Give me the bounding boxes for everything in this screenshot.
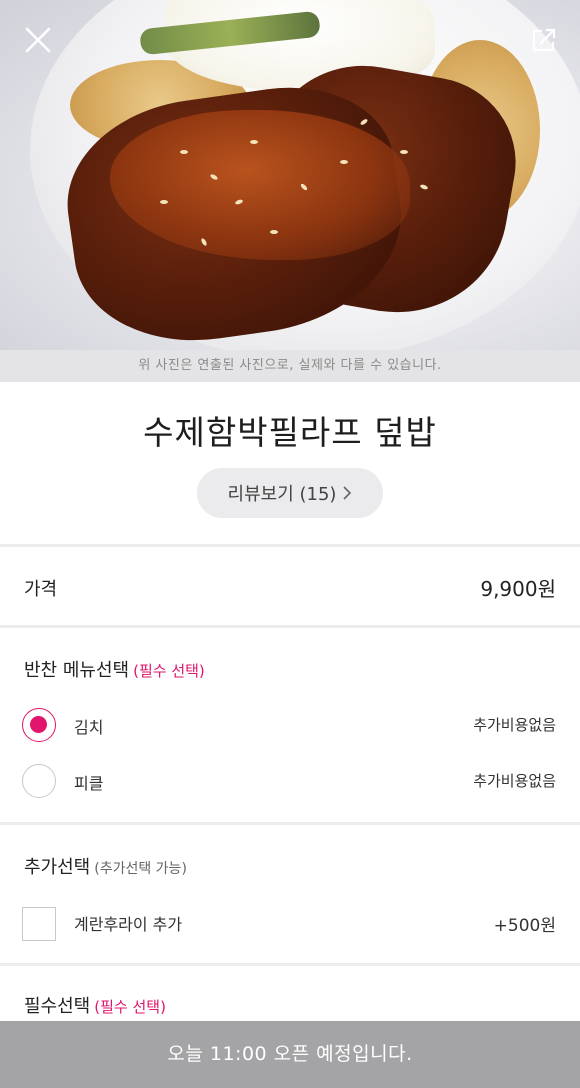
close-icon <box>25 27 51 53</box>
menu-header: 수제함박필라프 덮밥 리뷰보기 (15) <box>0 382 580 544</box>
sesame-seed <box>160 200 168 204</box>
close-button[interactable] <box>18 20 58 60</box>
option-kimchi[interactable]: 김치 추가비용없음 <box>0 700 580 756</box>
menu-title: 수제함박필라프 덮밥 <box>143 413 437 452</box>
review-button-label: 리뷰보기 (15) <box>227 484 337 505</box>
section-title: 필수선택 (필수 선택) <box>24 992 166 1018</box>
section-heading: 필수선택 <box>24 996 91 1017</box>
share-icon <box>532 28 556 52</box>
menu-photo <box>0 0 580 350</box>
option-fried-egg[interactable]: 계란후라이 추가 +500원 <box>0 903 580 959</box>
option-label: 계란후라이 추가 <box>74 915 183 934</box>
section-heading: 추가선택 <box>24 857 91 878</box>
price-value: 9,900원 <box>480 577 556 601</box>
sesame-seed <box>180 150 188 154</box>
sesame-seed <box>250 140 258 144</box>
share-button[interactable] <box>524 20 564 60</box>
photo-disclaimer: 위 사진은 연출된 사진으로, 실제와 다를 수 있습니다. <box>0 350 580 382</box>
extra-section: 추가선택 (추가선택 가능) 계란후라이 추가 +500원 <box>0 825 580 963</box>
checkbox-unchecked[interactable] <box>22 907 56 941</box>
optional-tag: (추가선택 가능) <box>94 861 187 877</box>
store-status-bar: 오늘 11:00 오픈 예정입니다. <box>0 1021 580 1088</box>
required-section: 필수선택 (필수 선택) <box>0 966 580 1021</box>
option-label: 피클 <box>74 774 104 793</box>
option-price: 추가비용없음 <box>473 772 556 790</box>
radio-unselected[interactable] <box>22 764 56 798</box>
price-row: 가격 9,900원 <box>0 547 580 625</box>
review-button[interactable]: 리뷰보기 (15) <box>197 468 383 518</box>
radio-selected[interactable] <box>22 708 56 742</box>
required-tag: (필수 선택) <box>94 998 166 1016</box>
section-heading: 반찬 메뉴선택 <box>24 660 130 681</box>
section-title: 반찬 메뉴선택 (필수 선택) <box>24 656 205 682</box>
option-pickle[interactable]: 피클 추가비용없음 <box>0 756 580 812</box>
option-price: 추가비용없음 <box>473 716 556 734</box>
side-menu-section: 반찬 메뉴선택 (필수 선택) 김치 추가비용없음 피클 추가비용없음 <box>0 628 580 822</box>
required-tag: (필수 선택) <box>133 662 205 680</box>
section-title: 추가선택 (추가선택 가능) <box>24 853 187 879</box>
sesame-seed <box>400 150 408 154</box>
sesame-seed <box>340 160 348 164</box>
sesame-seed <box>270 230 278 234</box>
chevron-right-icon <box>343 486 352 500</box>
price-label: 가격 <box>24 579 58 600</box>
option-price: +500원 <box>493 916 556 936</box>
option-label: 김치 <box>74 718 104 737</box>
